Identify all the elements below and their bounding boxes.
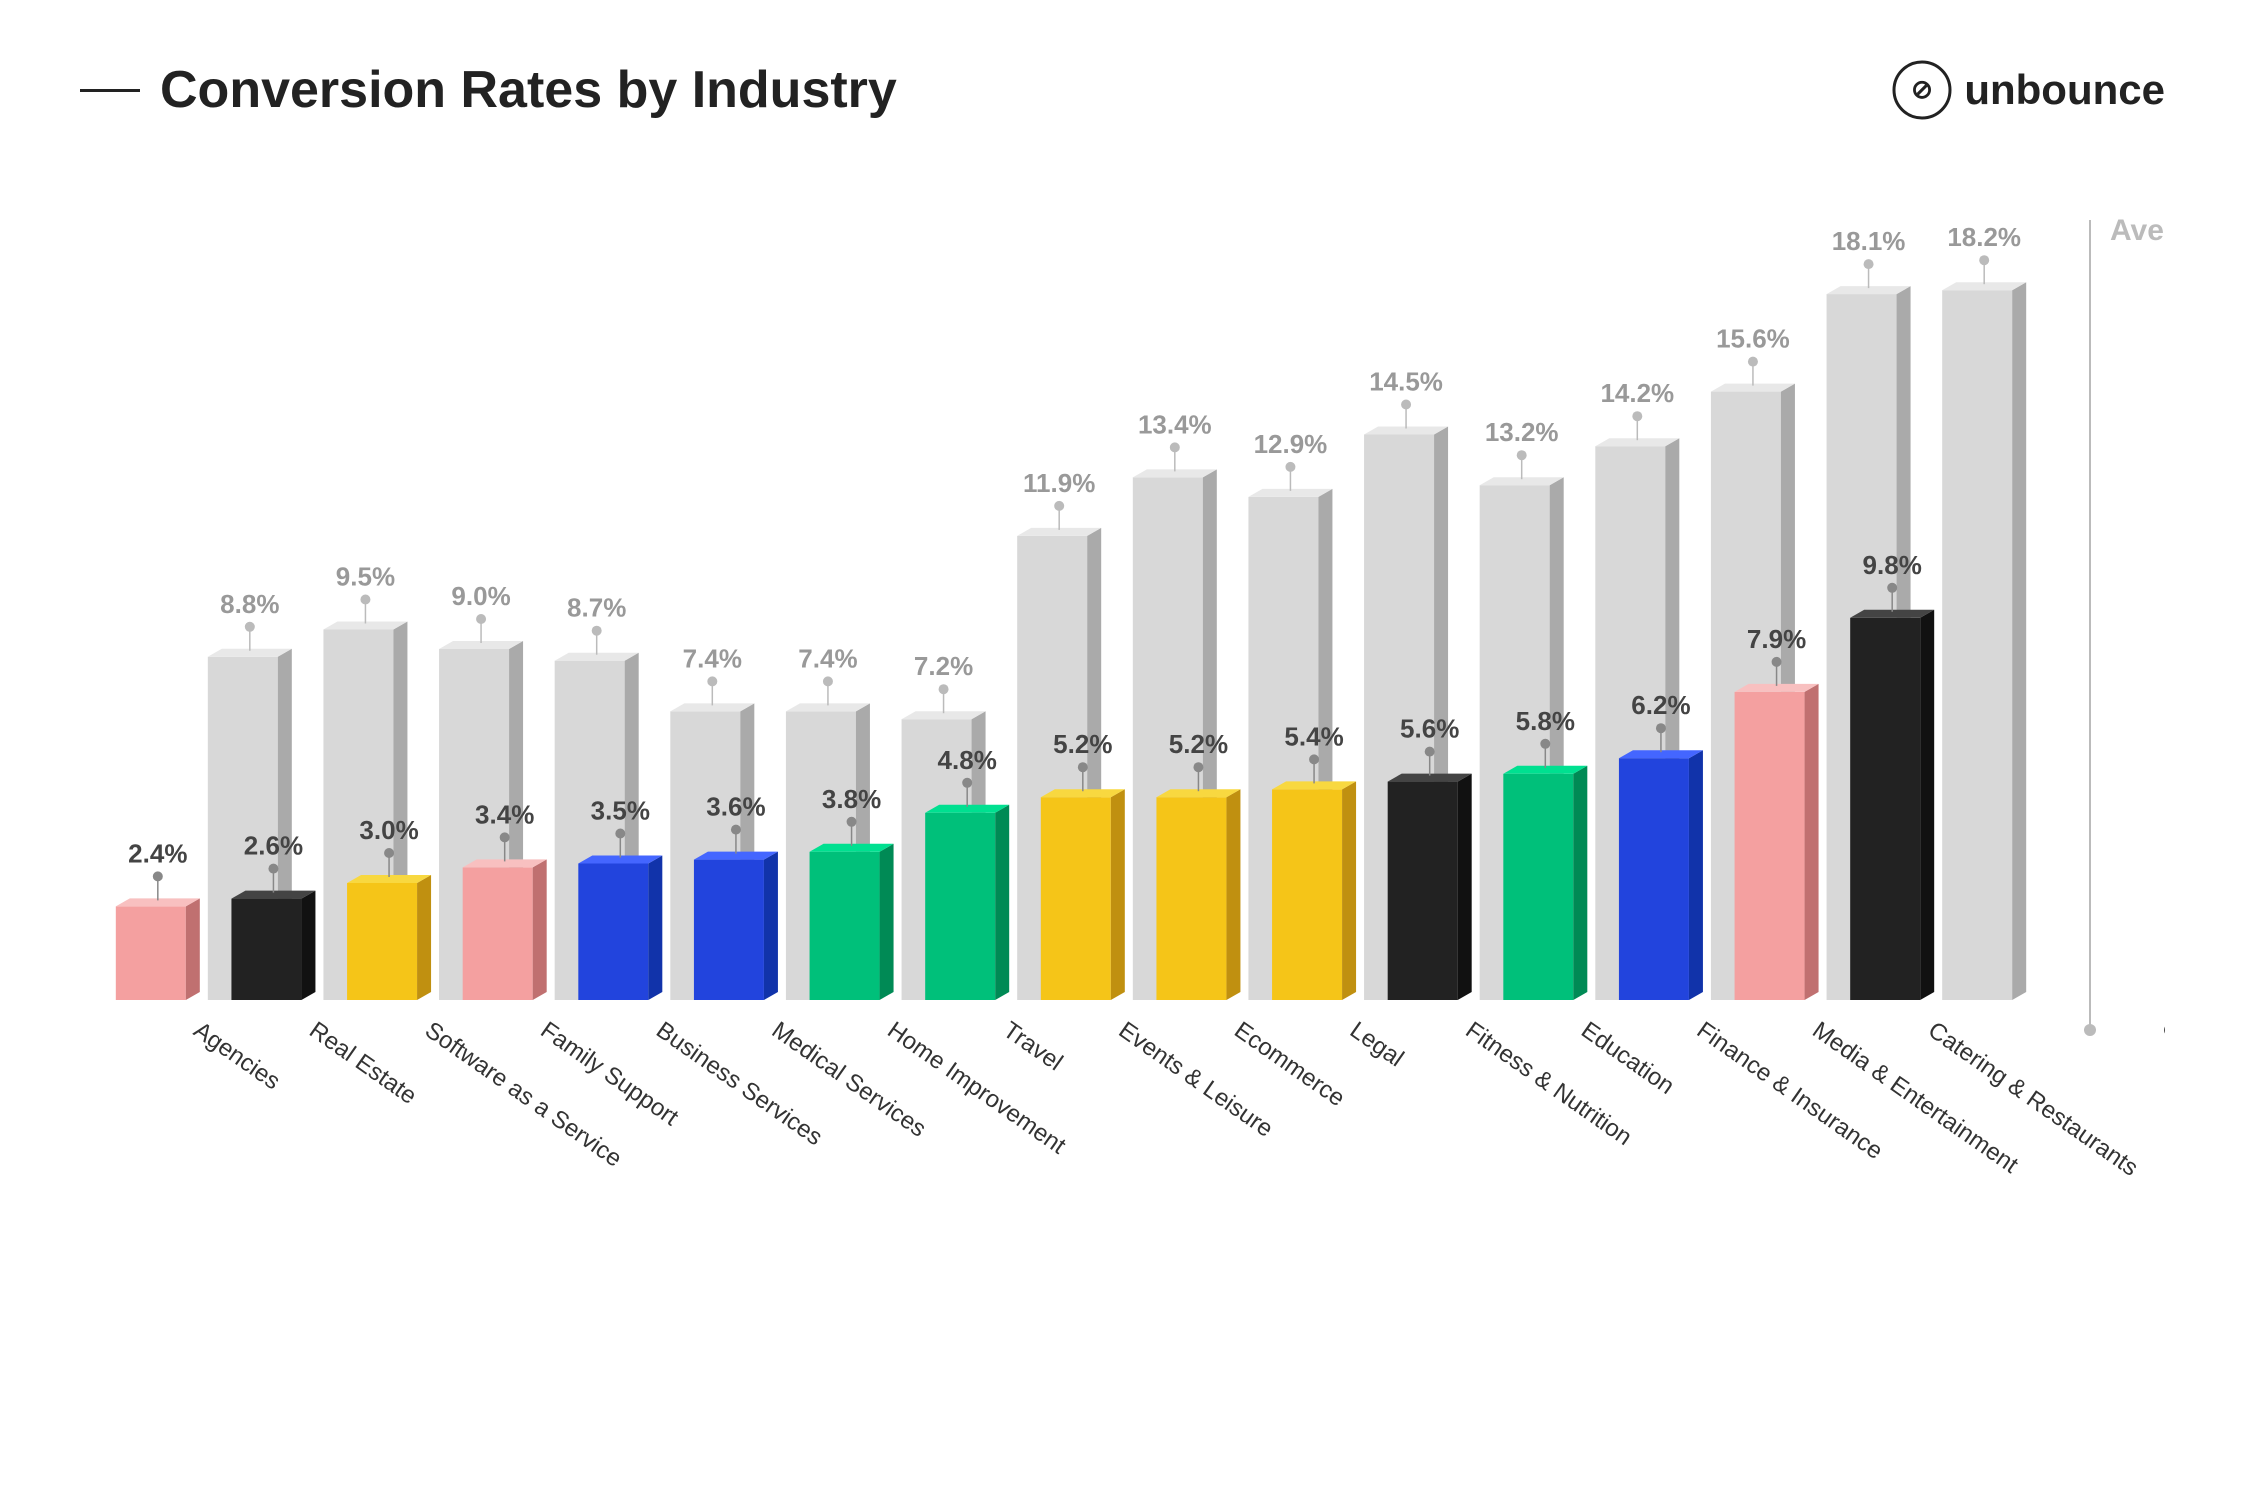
svg-text:3.8%: 3.8% — [822, 784, 881, 814]
svg-text:15.6%: 15.6% — [1716, 324, 1790, 354]
chart-title: Conversion Rates by Industry — [160, 60, 897, 120]
svg-text:Average: Average — [2110, 214, 2165, 247]
svg-text:Ecommerce: Ecommerce — [1229, 1017, 1349, 1113]
title-line — [80, 89, 140, 92]
svg-text:7.9%: 7.9% — [1747, 624, 1806, 654]
svg-text:Software as a Service: Software as a Service — [420, 1017, 627, 1173]
svg-text:4.8%: 4.8% — [938, 745, 997, 775]
svg-text:9.0%: 9.0% — [451, 581, 510, 611]
svg-text:14.2%: 14.2% — [1600, 378, 1674, 408]
title-area: Conversion Rates by Industry — [80, 60, 897, 120]
svg-text:7.4%: 7.4% — [683, 643, 742, 673]
svg-text:12.9%: 12.9% — [1254, 429, 1328, 459]
svg-text:9.8%: 9.8% — [1863, 550, 1922, 580]
svg-text:7.4%: 7.4% — [798, 643, 857, 673]
svg-text:5.2%: 5.2% — [1053, 729, 1112, 759]
svg-text:Real Estate: Real Estate — [304, 1017, 421, 1110]
svg-text:5.8%: 5.8% — [1516, 706, 1575, 736]
svg-text:Media & Entertainment: Media & Entertainment — [1807, 1017, 2023, 1179]
svg-text:6.2%: 6.2% — [1631, 690, 1690, 720]
svg-text:7.2%: 7.2% — [914, 651, 973, 681]
svg-text:2.6%: 2.6% — [244, 831, 303, 861]
svg-text:⊘: ⊘ — [1911, 74, 1933, 104]
svg-text:18.1%: 18.1% — [1832, 226, 1906, 256]
svg-text:14.5%: 14.5% — [1369, 367, 1443, 397]
svg-text:5.2%: 5.2% — [1169, 729, 1228, 759]
svg-text:3.4%: 3.4% — [475, 799, 534, 829]
svg-text:5.4%: 5.4% — [1284, 721, 1343, 751]
svg-text:9.5%: 9.5% — [336, 562, 395, 592]
svg-text:Legal: Legal — [1345, 1017, 1409, 1073]
svg-text:18.2%: 18.2% — [1947, 222, 2021, 252]
svg-text:8.8%: 8.8% — [220, 589, 279, 619]
svg-text:5.6%: 5.6% — [1400, 714, 1459, 744]
chart-container: Conversion Rates by Industry ⊘ unbounce — [0, 0, 2245, 1490]
logo-text: unbounce — [1964, 66, 2165, 114]
chart-header: Conversion Rates by Industry ⊘ unbounce — [80, 60, 2165, 120]
svg-text:8.7%: 8.7% — [567, 593, 626, 623]
logo-area: ⊘ unbounce — [1892, 60, 2165, 120]
svg-text:13.2%: 13.2% — [1485, 417, 1559, 447]
svg-text:Travel: Travel — [998, 1017, 1067, 1077]
unbounce-logo-icon: ⊘ — [1892, 60, 1952, 120]
svg-text:Education: Education — [1576, 1017, 1679, 1100]
svg-text:Agencies: Agencies — [189, 1017, 285, 1096]
svg-text:3.5%: 3.5% — [591, 796, 650, 826]
svg-text:11.9%: 11.9% — [1023, 468, 1095, 498]
svg-text:3.0%: 3.0% — [359, 815, 418, 845]
svg-text:2.4%: 2.4% — [128, 838, 187, 868]
svg-text:Catering & Restaurants: Catering & Restaurants — [1923, 1017, 2143, 1182]
svg-text:Finance & Insurance: Finance & Insurance — [1692, 1017, 1888, 1165]
svg-text:3.6%: 3.6% — [706, 792, 765, 822]
svg-text:13.4%: 13.4% — [1138, 409, 1212, 439]
main-chart-svg: 2.4% 8.8% Agencies 2.6% 9.5% Real Estate — [80, 160, 2165, 1360]
